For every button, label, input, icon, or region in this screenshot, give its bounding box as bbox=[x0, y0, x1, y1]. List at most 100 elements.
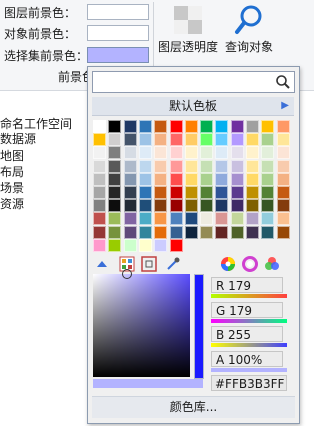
color-swatch[interactable] bbox=[169, 186, 183, 199]
tree-item-map[interactable]: 地图 bbox=[0, 147, 24, 164]
color-swatch[interactable] bbox=[246, 120, 259, 133]
color-swatch[interactable] bbox=[154, 133, 168, 147]
color-swatch[interactable] bbox=[138, 238, 152, 252]
color-swatch[interactable] bbox=[138, 199, 152, 213]
color-swatch[interactable] bbox=[108, 146, 122, 160]
color-swatch[interactable] bbox=[108, 212, 122, 226]
color-swatch[interactable] bbox=[261, 186, 275, 199]
color-swatch[interactable] bbox=[230, 133, 244, 147]
color-swatch[interactable] bbox=[169, 146, 183, 160]
color-swatch[interactable] bbox=[154, 186, 168, 199]
color-swatch[interactable] bbox=[123, 225, 137, 239]
sv-cursor[interactable] bbox=[122, 269, 132, 279]
layer-fg-swatch[interactable] bbox=[87, 4, 149, 20]
color-swatch[interactable] bbox=[154, 225, 168, 239]
color-swatch[interactable] bbox=[276, 133, 290, 147]
color-swatch[interactable] bbox=[154, 120, 168, 133]
color-swatch[interactable] bbox=[200, 146, 214, 160]
color-swatch[interactable] bbox=[200, 133, 214, 147]
color-swatch[interactable] bbox=[108, 120, 122, 133]
color-swatch[interactable] bbox=[215, 212, 229, 226]
color-swatch[interactable] bbox=[230, 120, 244, 133]
color-swatch[interactable] bbox=[200, 172, 214, 186]
color-swatch[interactable] bbox=[108, 159, 122, 173]
color-swatch[interactable] bbox=[169, 212, 183, 226]
color-swatch[interactable] bbox=[93, 186, 106, 199]
selection-fg-swatch[interactable] bbox=[87, 47, 149, 63]
saturation-value-area[interactable] bbox=[93, 269, 190, 377]
color-swatch[interactable] bbox=[184, 133, 198, 147]
color-swatch[interactable] bbox=[108, 133, 122, 147]
color-swatch[interactable] bbox=[230, 212, 244, 226]
color-swatch[interactable] bbox=[184, 172, 198, 186]
color-swatch[interactable] bbox=[123, 159, 137, 173]
screen-pick-icon[interactable] bbox=[141, 256, 157, 272]
color-swatch[interactable] bbox=[261, 212, 275, 226]
color-swatch[interactable] bbox=[184, 186, 198, 199]
b-slider[interactable] bbox=[211, 343, 287, 347]
color-swatch[interactable] bbox=[215, 172, 229, 186]
g-field[interactable]: G 179 bbox=[211, 302, 283, 318]
color-swatch[interactable] bbox=[123, 199, 137, 213]
color-swatch[interactable] bbox=[246, 159, 259, 173]
color-swatch[interactable] bbox=[93, 120, 106, 133]
color-swatch[interactable] bbox=[184, 146, 198, 160]
color-swatch[interactable] bbox=[93, 199, 106, 213]
color-swatch[interactable] bbox=[261, 225, 275, 239]
color-swatch[interactable] bbox=[93, 159, 106, 173]
color-swatch[interactable] bbox=[184, 212, 198, 226]
color-swatch[interactable] bbox=[276, 199, 290, 213]
color-swatch[interactable] bbox=[138, 225, 152, 239]
color-swatch[interactable] bbox=[276, 212, 290, 226]
color-swatch[interactable] bbox=[154, 238, 168, 252]
eyedropper-icon[interactable] bbox=[165, 256, 181, 272]
r-field[interactable]: R 179 bbox=[211, 277, 283, 293]
color-swatch[interactable] bbox=[215, 186, 229, 199]
color-swatch[interactable] bbox=[93, 238, 106, 252]
color-swatch[interactable] bbox=[276, 172, 290, 186]
tree-item-scene[interactable]: 场景 bbox=[0, 179, 24, 196]
color-swatch[interactable] bbox=[261, 172, 275, 186]
object-fg-swatch[interactable] bbox=[87, 25, 149, 41]
color-swatch[interactable] bbox=[200, 212, 214, 226]
color-swatch[interactable] bbox=[123, 238, 137, 252]
color-swatch[interactable] bbox=[169, 159, 183, 173]
color-swatch[interactable] bbox=[276, 186, 290, 199]
b-field[interactable]: B 255 bbox=[211, 326, 283, 342]
hue-slider[interactable] bbox=[194, 274, 204, 379]
color-swatch[interactable] bbox=[93, 225, 106, 239]
color-swatch[interactable] bbox=[261, 159, 275, 173]
palette-selector[interactable]: 默认色板 ▶ bbox=[92, 97, 294, 116]
color-swatch[interactable] bbox=[261, 199, 275, 213]
color-swatch[interactable] bbox=[246, 225, 259, 239]
color-swatch[interactable] bbox=[138, 146, 152, 160]
color-swatch[interactable] bbox=[138, 133, 152, 147]
color-swatch[interactable] bbox=[169, 172, 183, 186]
color-swatch[interactable] bbox=[184, 199, 198, 213]
g-slider[interactable] bbox=[211, 319, 287, 323]
color-swatch[interactable] bbox=[276, 159, 290, 173]
color-wheel-icon[interactable] bbox=[220, 256, 236, 272]
color-swatch[interactable] bbox=[154, 159, 168, 173]
color-swatch[interactable] bbox=[230, 225, 244, 239]
color-swatch[interactable] bbox=[184, 159, 198, 173]
color-swatch[interactable] bbox=[154, 146, 168, 160]
color-swatch[interactable] bbox=[154, 172, 168, 186]
color-swatch[interactable] bbox=[261, 146, 275, 160]
search-input[interactable] bbox=[93, 72, 269, 90]
color-swatch[interactable] bbox=[123, 133, 137, 147]
color-ring-icon[interactable] bbox=[242, 256, 258, 272]
tree-item-datasource[interactable]: 数据源 bbox=[0, 130, 36, 147]
color-swatch[interactable] bbox=[261, 133, 275, 147]
color-swatch[interactable] bbox=[123, 120, 137, 133]
color-swatch[interactable] bbox=[169, 199, 183, 213]
color-swatch[interactable] bbox=[108, 186, 122, 199]
color-mix-icon[interactable] bbox=[264, 256, 280, 272]
color-swatch[interactable] bbox=[169, 133, 183, 147]
color-swatch[interactable] bbox=[200, 225, 214, 239]
color-swatch[interactable] bbox=[154, 199, 168, 213]
color-swatch[interactable] bbox=[123, 146, 137, 160]
color-swatch[interactable] bbox=[138, 120, 152, 133]
collapse-icon[interactable] bbox=[94, 256, 110, 272]
color-swatch[interactable] bbox=[138, 186, 152, 199]
